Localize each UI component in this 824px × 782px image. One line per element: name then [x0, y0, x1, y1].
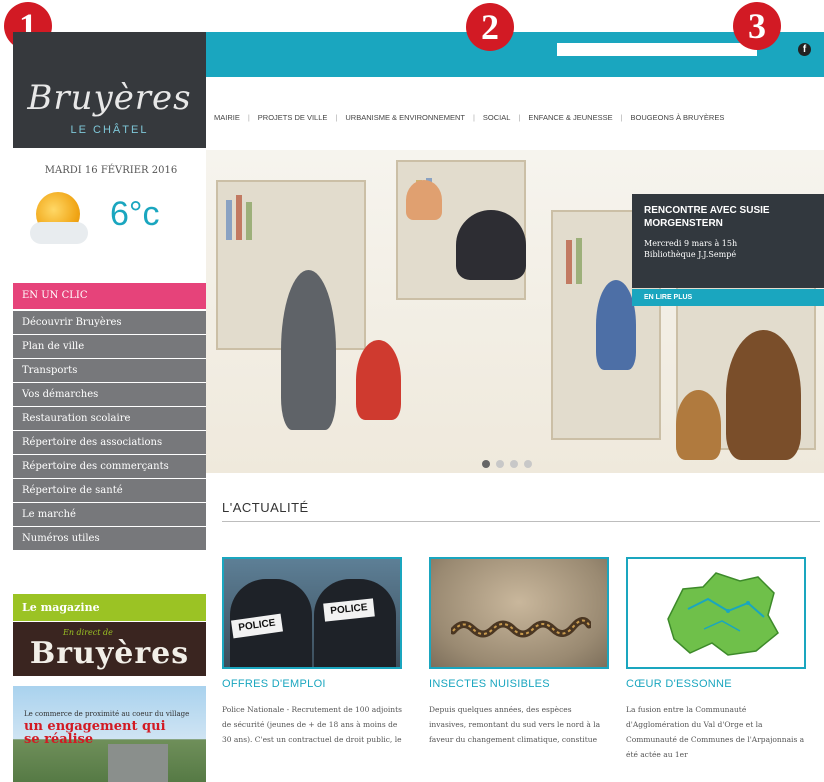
- magazine-cover[interactable]: En direct de Bruyères: [13, 622, 206, 676]
- magazine-header[interactable]: Le magazine: [13, 594, 206, 621]
- slider-dot-2[interactable]: [496, 460, 504, 468]
- slider-dot-4[interactable]: [524, 460, 532, 468]
- sidebar-item-transports[interactable]: Transports: [13, 359, 206, 382]
- building-image: [108, 744, 168, 782]
- current-date: MARDI 16 FÉVRIER 2016: [44, 165, 178, 176]
- book: [566, 240, 572, 284]
- temperature: 6°c: [110, 195, 160, 233]
- logo-subtitle: LE CHÂTEL: [70, 124, 149, 136]
- sidebar-item-demarches[interactable]: Vos démarches: [13, 383, 206, 406]
- magazine-title: Bruyères: [29, 636, 190, 671]
- child-figure: [596, 280, 636, 370]
- book: [236, 195, 242, 240]
- bear-figure: [726, 330, 801, 460]
- sidebar-item-restauration[interactable]: Restauration scolaire: [13, 407, 206, 430]
- hero-read-more-button[interactable]: EN LIRE PLUS: [632, 289, 824, 306]
- sidebar-item-commercants[interactable]: Répertoire des commerçants: [13, 455, 206, 478]
- news-card-text: Police Nationale - Recrutement de 100 ad…: [222, 705, 402, 744]
- sidebar-item-plan[interactable]: Plan de ville: [13, 335, 206, 358]
- sidebar-item-marche[interactable]: Le marché: [13, 503, 206, 526]
- sidebar-item-numeros[interactable]: Numéros utiles: [13, 527, 206, 550]
- sidebar-item-decouvrir[interactable]: Découvrir Bruyères: [13, 311, 206, 334]
- wolf-figure: [281, 270, 336, 430]
- nav-item-urbanisme[interactable]: URBANISME & ENVIRONNEMENT: [337, 113, 473, 122]
- witch-figure: [456, 210, 526, 280]
- facebook-icon[interactable]: f: [798, 43, 811, 56]
- news-card-title[interactable]: INSECTES NUISIBLES: [429, 678, 609, 690]
- territory-map[interactable]: [626, 557, 806, 669]
- nav-item-social[interactable]: SOCIAL: [475, 113, 519, 122]
- book: [226, 200, 232, 240]
- main-nav: MAIRIE | PROJETS DE VILLE | URBANISME & …: [206, 110, 824, 124]
- caterpillar-icon: [451, 617, 591, 638]
- book: [576, 238, 582, 284]
- nav-item-enfance[interactable]: ENFANCE & JEUNESSE: [520, 113, 620, 122]
- news-card[interactable]: CŒUR D'ESSONNE La fusion entre la Commun…: [626, 557, 806, 762]
- magazine-tagline: un engagement qui se réalise: [24, 719, 166, 747]
- news-divider: [222, 521, 820, 522]
- quick-links-header: EN UN CLIC: [13, 283, 206, 309]
- news-card[interactable]: INSECTES NUISIBLES Depuis quelques année…: [429, 557, 609, 747]
- logo-name: Bruyères: [27, 78, 192, 118]
- news-card-title[interactable]: CŒUR D'ESSONNE: [626, 678, 806, 690]
- magazine-tag: Le commerce de proximité au coeur du vil…: [24, 710, 190, 718]
- book: [246, 202, 252, 240]
- map-icon: [667, 572, 779, 656]
- sidebar-item-associations[interactable]: Répertoire des associations: [13, 431, 206, 454]
- nav-item-bougeons[interactable]: BOUGEONS À BRUYÈRES: [623, 113, 733, 122]
- red-riding-hood-figure: [356, 340, 401, 420]
- site-logo[interactable]: Bruyères LE CHÂTEL: [13, 32, 206, 148]
- news-card-text: La fusion entre la Communauté d'Agglomér…: [626, 705, 805, 759]
- caterpillar-photo[interactable]: [429, 557, 609, 669]
- news-card-title[interactable]: OFFRES D'EMPLOI: [222, 678, 402, 690]
- marker-2: 2: [466, 3, 514, 51]
- nav-item-projets[interactable]: PROJETS DE VILLE: [250, 113, 336, 122]
- bear-cub-figure: [676, 390, 721, 460]
- slider-dot-1[interactable]: [482, 460, 490, 468]
- child-figure: [406, 180, 442, 220]
- nav-item-mairie[interactable]: MAIRIE: [206, 113, 248, 122]
- sidebar-item-sante[interactable]: Répertoire de santé: [13, 479, 206, 502]
- hero-caption-date: Mercredi 9 mars à 15h: [644, 239, 738, 248]
- search-input[interactable]: [557, 43, 757, 56]
- quick-links-list: Découvrir Bruyères Plan de ville Transpo…: [13, 311, 206, 551]
- marker-3: 3: [733, 2, 781, 50]
- police-photo[interactable]: POLICE POLICE: [222, 557, 402, 669]
- news-card-text: Depuis quelques années, des espèces inva…: [429, 705, 601, 744]
- slider-dots: [482, 460, 532, 468]
- cloud-icon: [30, 222, 88, 244]
- hero-caption: RENCONTRE AVEC SUSIE MORGENSTERN Mercred…: [632, 194, 824, 288]
- news-card[interactable]: POLICE POLICE OFFRES D'EMPLOI Police Nat…: [222, 557, 402, 747]
- hero-caption-title: RENCONTRE AVEC SUSIE MORGENSTERN: [644, 205, 770, 229]
- police-officer: [314, 579, 396, 667]
- slider-dot-3[interactable]: [510, 460, 518, 468]
- news-heading: L'ACTUALITÉ: [222, 500, 309, 515]
- hero-caption-place: Bibliothèque J.J.Sempé: [644, 250, 737, 259]
